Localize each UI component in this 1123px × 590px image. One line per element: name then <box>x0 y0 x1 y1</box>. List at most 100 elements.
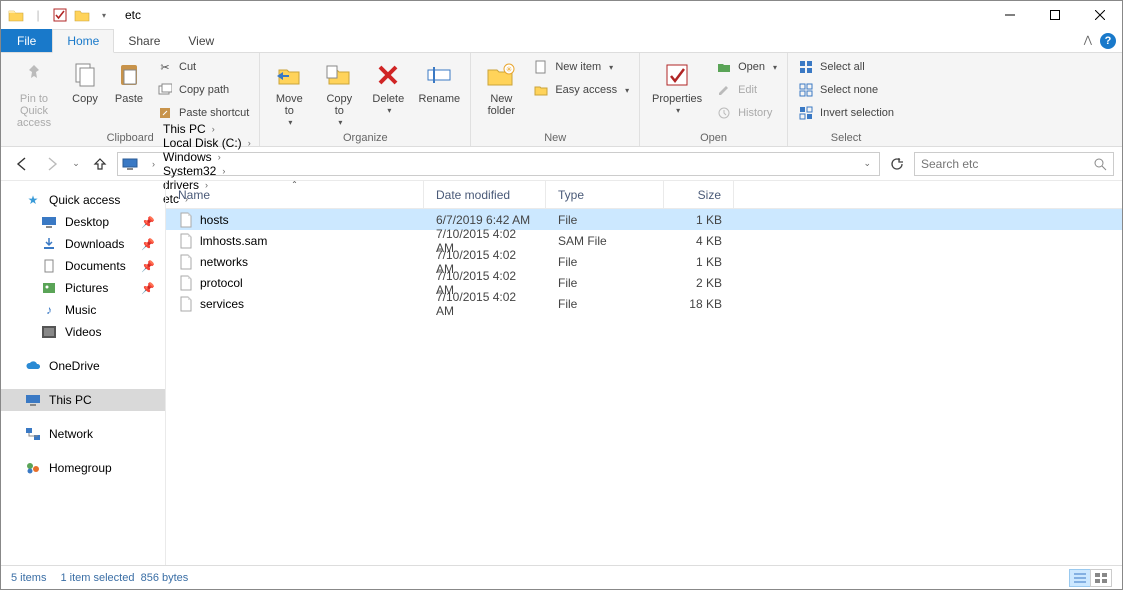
breadcrumb-item[interactable]: This PC› <box>159 122 255 136</box>
col-size[interactable]: Size <box>664 181 734 208</box>
close-button[interactable] <box>1077 1 1122 29</box>
copy-to-button[interactable]: Copy to▾ <box>316 55 362 128</box>
group-label-open: Open <box>646 132 781 146</box>
tab-share[interactable]: Share <box>114 29 174 52</box>
pin-quick-access-button[interactable]: Pin to Quick access <box>7 55 61 129</box>
pin-icon <box>18 59 50 91</box>
breadcrumb-bar[interactable]: › This PC›Local Disk (C:)›Windows›System… <box>117 152 880 176</box>
nav-documents[interactable]: Documents📌 <box>1 255 165 277</box>
maximize-button[interactable] <box>1032 1 1077 29</box>
easy-access-icon <box>533 82 549 98</box>
pictures-icon <box>41 280 57 296</box>
tab-file[interactable]: File <box>1 29 52 52</box>
nav-onedrive[interactable]: OneDrive <box>1 355 165 377</box>
invert-selection-button[interactable]: Invert selection <box>794 103 898 123</box>
nav-desktop[interactable]: Desktop📌 <box>1 211 165 233</box>
open-button[interactable]: Open▾ <box>712 57 781 77</box>
file-icon <box>178 212 194 228</box>
paste-button[interactable]: Paste <box>109 55 149 105</box>
nav-homegroup[interactable]: Homegroup <box>1 457 165 479</box>
shortcut-icon <box>157 105 173 121</box>
view-large-button[interactable] <box>1090 569 1112 587</box>
copy-button[interactable]: Copy <box>65 55 105 105</box>
breadcrumb-item[interactable]: System32› <box>159 164 255 178</box>
help-icon[interactable]: ? <box>1100 33 1116 49</box>
copy-path-button[interactable]: Copy path <box>153 80 253 100</box>
file-type: SAM File <box>546 234 664 248</box>
col-date[interactable]: Date modified <box>424 181 546 208</box>
properties-icon <box>661 59 693 91</box>
select-none-icon <box>798 82 814 98</box>
new-folder-button[interactable]: ✳ New folder <box>477 55 525 117</box>
nav-this-pc[interactable]: This PC <box>1 389 165 411</box>
rename-button[interactable]: Rename <box>414 55 464 105</box>
chevron-down-icon: ▾ <box>773 63 777 72</box>
move-to-button[interactable]: Move to▾ <box>266 55 312 128</box>
easy-access-button[interactable]: Easy access▾ <box>529 80 633 100</box>
nav-music[interactable]: ♪Music <box>1 299 165 321</box>
group-label-organize: Organize <box>266 132 464 146</box>
breadcrumb-item[interactable]: Windows› <box>159 150 255 164</box>
file-row[interactable]: protocol 7/10/2015 4:02 AM File 2 KB <box>166 272 1122 293</box>
nav-network[interactable]: Network <box>1 423 165 445</box>
edit-button[interactable]: Edit <box>712 80 781 100</box>
up-button[interactable] <box>87 151 113 177</box>
nav-downloads[interactable]: Downloads📌 <box>1 233 165 255</box>
select-none-button[interactable]: Select none <box>794 80 898 100</box>
qat-properties-icon[interactable] <box>49 8 71 22</box>
svg-text:✳: ✳ <box>506 65 513 74</box>
history-button[interactable]: History <box>712 103 781 123</box>
cut-button[interactable]: ✂Cut <box>153 57 253 77</box>
tab-view[interactable]: View <box>174 29 228 52</box>
edit-icon <box>716 82 732 98</box>
new-item-button[interactable]: New item▾ <box>529 57 633 77</box>
file-size: 18 KB <box>664 297 734 311</box>
refresh-button[interactable] <box>884 153 910 175</box>
tab-home[interactable]: Home <box>52 29 114 53</box>
file-row[interactable]: services 7/10/2015 4:02 AM File 18 KB <box>166 293 1122 314</box>
search-input[interactable] <box>921 157 1093 171</box>
qat-divider: | <box>27 8 49 22</box>
rename-icon <box>423 59 455 91</box>
desktop-icon <box>41 214 57 230</box>
view-details-button[interactable] <box>1069 569 1091 587</box>
ribbon-group-organize: Move to▾ Copy to▾ Delete▾ Rename Organiz… <box>260 53 471 146</box>
breadcrumb-item[interactable]: Local Disk (C:)› <box>159 136 255 150</box>
search-box[interactable] <box>914 152 1114 176</box>
file-row[interactable]: lmhosts.sam 7/10/2015 4:02 AM SAM File 4… <box>166 230 1122 251</box>
qat-dropdown-icon[interactable]: ▾ <box>93 11 115 20</box>
ribbon-collapse-icon[interactable]: ⋀ <box>1084 35 1092 46</box>
forward-button[interactable] <box>39 151 65 177</box>
nav-pictures[interactable]: Pictures📌 <box>1 277 165 299</box>
nav-quick-access[interactable]: ★Quick access <box>1 189 165 211</box>
ribbon-group-new: ✳ New folder New item▾ Easy access▾ New <box>471 53 640 146</box>
address-dropdown-icon[interactable]: ⌄ <box>859 158 875 169</box>
copy-to-icon <box>323 59 355 91</box>
cloud-icon <box>25 358 41 374</box>
recent-dropdown[interactable]: ⌄ <box>69 151 83 177</box>
ribbon-tabs: File Home Share View ⋀ ? <box>1 29 1122 53</box>
file-row[interactable]: networks 7/10/2015 4:02 AM File 1 KB <box>166 251 1122 272</box>
window-title: etc <box>125 8 141 22</box>
videos-icon <box>41 324 57 340</box>
delete-button[interactable]: Delete▾ <box>366 55 410 116</box>
file-date: 6/7/2019 6:42 AM <box>424 213 546 227</box>
nav-videos[interactable]: Videos <box>1 321 165 343</box>
col-name[interactable]: Name⌃ <box>166 181 424 208</box>
back-button[interactable] <box>9 151 35 177</box>
file-type: File <box>546 297 664 311</box>
address-bar-row: ⌄ › This PC›Local Disk (C:)›Windows›Syst… <box>1 147 1122 181</box>
scissors-icon: ✂ <box>157 59 173 75</box>
chevron-down-icon: ▾ <box>676 107 680 116</box>
col-type[interactable]: Type <box>546 181 664 208</box>
qat-folder-icon[interactable] <box>71 8 93 22</box>
select-all-button[interactable]: Select all <box>794 57 898 77</box>
file-row[interactable]: hosts 6/7/2019 6:42 AM File 1 KB <box>166 209 1122 230</box>
properties-button[interactable]: Properties▾ <box>646 55 708 116</box>
paste-shortcut-button[interactable]: Paste shortcut <box>153 103 253 123</box>
file-icon <box>178 233 194 249</box>
crumb-root-caret[interactable]: › <box>142 159 159 169</box>
search-icon[interactable] <box>1093 157 1107 171</box>
minimize-button[interactable] <box>987 1 1032 29</box>
star-icon: ★ <box>25 192 41 208</box>
